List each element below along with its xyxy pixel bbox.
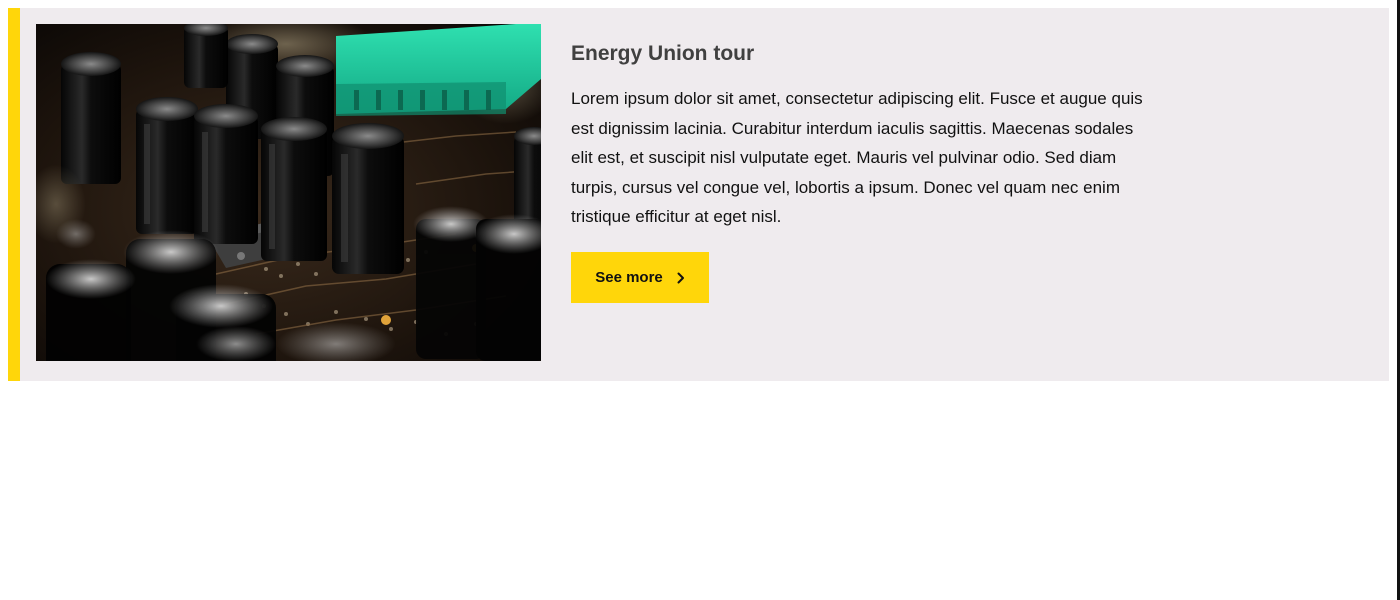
card-image [36,24,541,361]
article-card: Energy Union tour Lorem ipsum dolor sit … [8,8,1389,381]
card-content: Energy Union tour Lorem ipsum dolor sit … [571,38,1151,232]
accent-bar [8,8,20,381]
chevron-right-icon [677,272,685,284]
card-body-text: Lorem ipsum dolor sit amet, consectetur … [571,89,1143,226]
see-more-label: See more [595,269,663,286]
card-title: Energy Union tour [571,42,755,65]
see-more-button[interactable]: See more [571,252,709,303]
